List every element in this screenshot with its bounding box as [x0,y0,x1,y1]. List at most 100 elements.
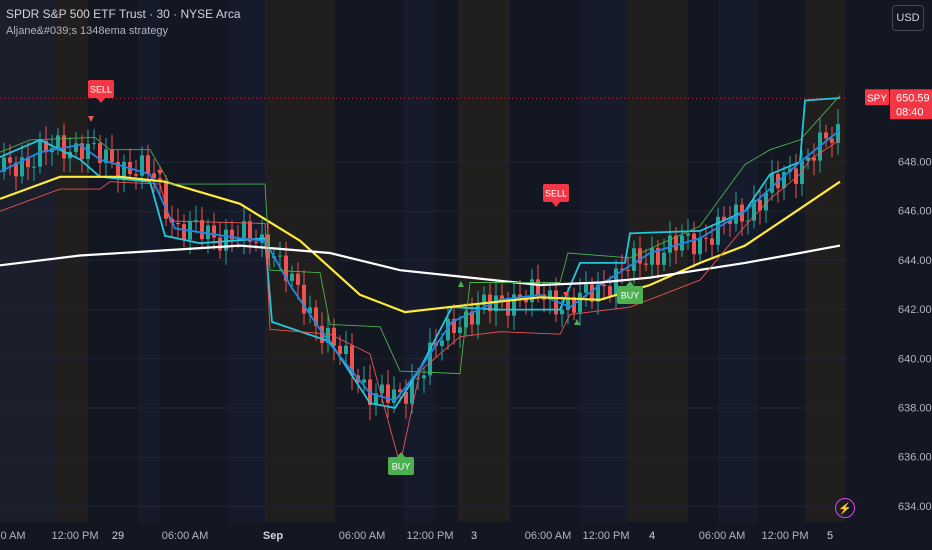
candle [536,279,540,295]
candle [296,273,300,285]
session-band [510,0,580,522]
candle [578,292,582,313]
x-tick-label: 12:00 PM [406,530,453,542]
y-tick-label: 648.00 [898,157,932,169]
candle [422,375,426,379]
x-tick-label: 29 [112,530,124,542]
candle [608,286,612,296]
chart-window: SELL SELL BUY BUY 648.00 646.00 644.00 642.00 64… [0,0,932,550]
candle [386,384,390,403]
candle [242,221,246,240]
y-tick-label: 638.00 [898,403,932,415]
signal-label: BUY [621,291,640,301]
candle [110,149,114,162]
price-axis: 648.00 646.00 644.00 642.00 640.00 638.00 636.… [848,0,932,522]
symbol-label: SPY [867,93,887,104]
candle [152,173,156,179]
candle [218,237,222,251]
alert-bolt-icon[interactable]: ⚡ [835,498,855,518]
x-tick-label: Sep [263,530,283,542]
candle [362,379,366,383]
signal-label: BUY [392,462,411,472]
session-band [580,0,628,522]
x-tick-label: 06:00 AM [339,530,385,542]
y-tick-label: 636.00 [898,452,932,464]
x-tick-label: 00 AM [0,530,26,542]
candle [176,222,180,225]
x-tick-label: 12:00 PM [582,530,629,542]
candle [92,143,96,145]
session-band [335,0,403,522]
x-tick-label: 12:00 PM [51,530,98,542]
x-tick-label: 06:00 AM [162,530,208,542]
price-label: 650.59 [896,92,930,104]
countdown-label: 08:40 [896,106,924,118]
candle [632,248,636,271]
candle [626,270,630,272]
y-tick-label: 646.00 [898,206,932,218]
candle [8,157,12,163]
candle [644,263,648,265]
candle [338,345,342,355]
session-band [458,0,510,522]
candle [686,233,690,236]
candle [56,135,60,149]
candle [650,247,654,265]
y-tick-label: 642.00 [898,304,932,316]
signal-label: SELL [545,189,567,199]
candle [824,132,828,139]
time-axis: 00 AM 12:00 PM 29 06:00 AM Sep 06:00 AM 12:00 … [0,522,932,550]
session-band [138,0,160,522]
session-band [228,0,265,522]
session-band [435,0,458,522]
session-band [160,0,228,522]
session-band [758,0,805,522]
x-tick-label: 3 [471,530,477,542]
session-band [55,0,88,522]
candle [800,160,804,184]
session-band [403,0,435,522]
x-tick-label: 06:00 AM [699,530,745,542]
candle [584,284,588,293]
price-chart[interactable]: SELLSELLBUYBUY648.00646.00644.00642.0064… [0,0,932,550]
y-tick-label: 644.00 [898,255,932,267]
x-tick-label: 12:00 PM [761,530,808,542]
signal-label: SELL [90,85,112,95]
indicator-name[interactable]: Aljane&#039;s 1348ema strategy [6,25,168,37]
candle [200,220,204,240]
session-bands [0,0,848,522]
y-tick-label: 634.00 [898,501,932,513]
candle [134,174,138,176]
candle [254,241,258,243]
session-band [845,0,848,522]
y-tick-label: 640.00 [898,353,932,365]
candle [830,138,834,143]
candle [440,340,444,346]
candle [32,166,36,168]
candle [560,309,564,315]
x-tick-label: 06:00 AM [525,530,571,542]
candle [182,224,186,240]
candle [662,252,666,265]
session-band [88,0,138,522]
candle [602,284,606,287]
candle [698,237,702,255]
chart-title: SPDR S&P 500 ETF Trust · 30 · NYSE Arca [6,7,241,21]
x-tick-label: 5 [827,530,833,542]
candle [710,238,714,245]
candle [278,255,282,257]
candle [770,174,774,193]
x-tick-label: 4 [649,530,655,542]
candle [704,237,708,239]
candle [146,155,150,174]
candle [668,235,672,253]
candle [290,273,294,281]
candle [212,225,216,238]
currency-button[interactable]: USD [892,5,924,31]
candle [692,233,696,255]
candle [344,345,348,355]
session-band [805,0,845,522]
candle [716,216,720,245]
candle [194,220,198,222]
candle [458,327,462,334]
